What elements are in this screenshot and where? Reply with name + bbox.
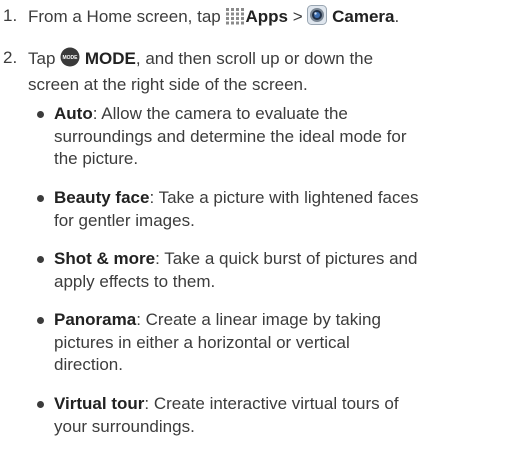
camera-app-icon: [307, 5, 328, 32]
mode-name: Panorama: [54, 310, 137, 329]
step-text-prefix: From a Home screen, tap: [28, 7, 221, 26]
bullet-dot: [37, 111, 44, 118]
mode-description-line: for gentler images.: [54, 210, 195, 230]
list-item-text: Shot & more: Take a quick burst of pictu…: [54, 248, 503, 293]
mode-description-line: direction.: [54, 355, 123, 374]
list-item-text: Panorama: Create a linear image by takin…: [54, 309, 503, 377]
bullet-dot: [37, 256, 44, 263]
mode-description: : Create a linear image by taking: [136, 310, 381, 329]
mode-description: : Take a picture with lightened faces: [149, 188, 419, 207]
mode-description-line: surroundings and determine the ideal mod…: [54, 126, 407, 146]
mode-name: Shot & more: [54, 249, 156, 268]
instruction-document: 1. From a Home screen, tap Apps > Camera…: [0, 0, 511, 462]
mode-description: : Create interactive virtual tours of: [144, 394, 399, 413]
step-text: From a Home screen, tap Apps > Camera.: [28, 5, 503, 32]
apps-label: Apps: [245, 7, 288, 26]
step-text-prefix: Tap: [28, 49, 56, 68]
path-separator: >: [292, 7, 303, 26]
list-item-text: Auto: Allow the camera to evaluate the s…: [54, 103, 503, 171]
mode-label: MODE: [84, 49, 136, 68]
mode-description-line: apply effects to them.: [54, 271, 216, 291]
list-item-text: Virtual tour: Create interactive virtual…: [54, 393, 503, 438]
step-number: 1.: [3, 6, 18, 25]
mode-name: Auto: [54, 104, 93, 123]
step-text: Tap MODE MODE, and then scroll up or dow…: [28, 47, 503, 96]
mode-icon-text: MODE: [63, 55, 79, 61]
step-text-line-2: screen at the right side of the screen.: [28, 74, 308, 94]
camera-label: Camera: [332, 7, 395, 26]
mode-description-line: pictures in either a horizontal or verti…: [54, 332, 350, 352]
step-text-suffix: .: [394, 7, 400, 26]
mode-name: Beauty face: [54, 188, 150, 207]
step-number: 2.: [3, 48, 18, 67]
mode-description: : Allow the camera to evaluate the: [92, 104, 348, 123]
mode-button-icon: MODE: [60, 47, 80, 74]
mode-description-line: the picture.: [54, 149, 139, 168]
apps-grid-icon: [225, 7, 245, 32]
mode-name: Virtual tour: [54, 394, 145, 413]
bullet-dot: [37, 317, 44, 324]
bullet-dot: [37, 401, 44, 408]
mode-description-line: your surroundings.: [54, 416, 195, 436]
step-text-suffix: , and then scroll up or down the: [135, 49, 374, 68]
bullet-dot: [37, 195, 44, 202]
list-item-text: Beauty face: Take a picture with lighten…: [54, 187, 503, 232]
mode-description: : Take a quick burst of pictures and: [155, 249, 418, 268]
